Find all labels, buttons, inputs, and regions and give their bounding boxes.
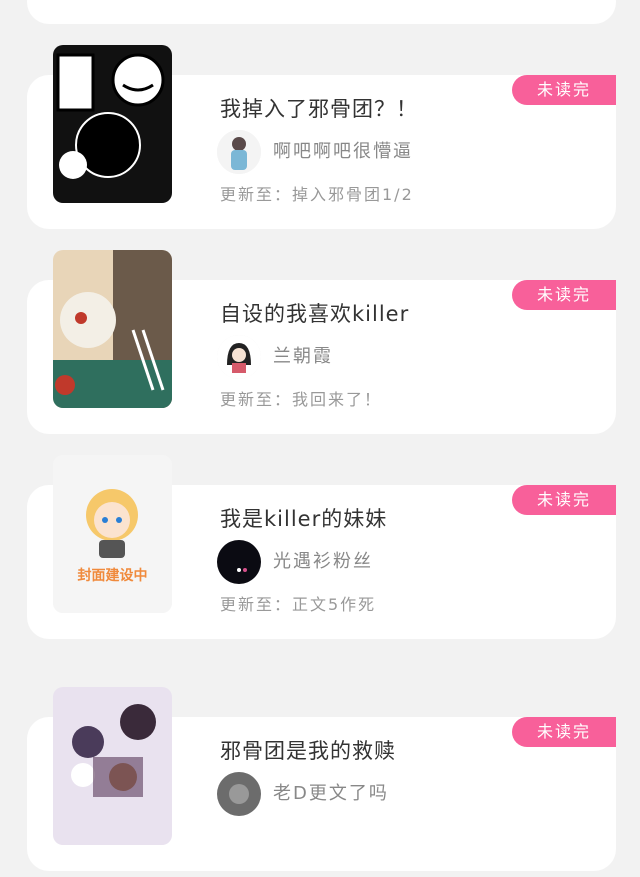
book-title[interactable]: 自设的我喜欢killer: [220, 298, 409, 328]
book-item[interactable]: 封面建设中 未读完 我是killer的妹妹 光遇衫粉丝 更新至：正文5作死: [0, 455, 640, 645]
author-name[interactable]: 老D更文了吗: [273, 779, 389, 805]
update-status: 更新至：我回来了！: [220, 390, 383, 409]
book-item[interactable]: 未读完 邪骨团是我的救赎 老D更文了吗: [0, 687, 640, 877]
author-avatar[interactable]: [217, 540, 261, 584]
unread-badge: 未读完: [512, 485, 616, 515]
author-name[interactable]: 光遇衫粉丝: [273, 547, 373, 573]
book-cover[interactable]: [53, 45, 172, 203]
unread-badge: 未读完: [512, 75, 616, 105]
book-item[interactable]: 未读完 自设的我喜欢killer 兰朝霞 更新至：我回来了！: [0, 250, 640, 440]
book-cover[interactable]: [53, 250, 172, 408]
book-cover[interactable]: 封面建设中: [53, 455, 172, 613]
author-name[interactable]: 啊吧啊吧很懵逼: [273, 137, 413, 163]
cover-placeholder-text: 封面建设中: [77, 568, 148, 584]
author-name[interactable]: 兰朝霞: [273, 342, 333, 368]
author-avatar[interactable]: [217, 130, 261, 174]
author-avatar[interactable]: [217, 772, 261, 816]
previous-card[interactable]: [27, 0, 616, 24]
book-title[interactable]: 邪骨团是我的救赎: [220, 735, 396, 765]
unread-badge: 未读完: [512, 717, 616, 747]
unread-badge: 未读完: [512, 280, 616, 310]
update-status: 更新至：掉入邪骨团1/2: [220, 185, 414, 204]
book-item[interactable]: 未读完 我掉入了邪骨团？！ 啊吧啊吧很懵逼 更新至：掉入邪骨团1/2: [0, 45, 640, 235]
book-title[interactable]: 我是killer的妹妹: [220, 503, 387, 533]
book-cover[interactable]: [53, 687, 172, 845]
author-avatar[interactable]: [217, 335, 261, 379]
book-title[interactable]: 我掉入了邪骨团？！: [220, 93, 418, 123]
update-status: 更新至：正文5作死: [220, 595, 377, 614]
